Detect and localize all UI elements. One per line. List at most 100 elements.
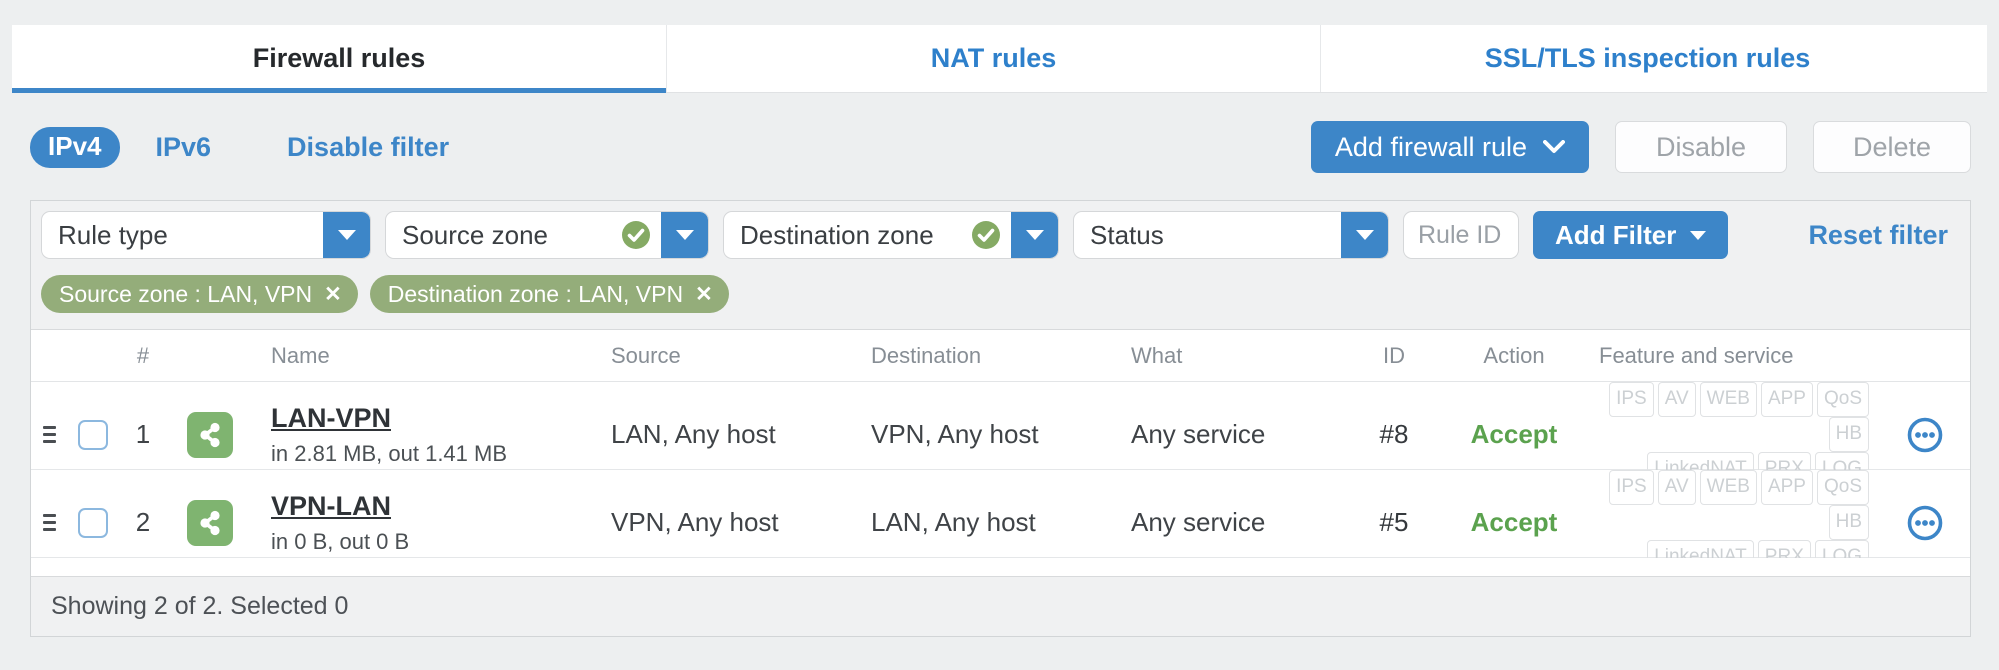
remove-filter-icon[interactable]: ✕ (695, 284, 713, 305)
drag-handle-icon (42, 426, 56, 443)
chip-label: Source zone : LAN, VPN (59, 280, 313, 307)
feature-badge: AV (1657, 470, 1696, 505)
rule-name-cell: LAN-VPN in 2.81 MB, out 1.41 MB (253, 403, 583, 467)
tab-bar: Firewall rules NAT rules SSL/TLS inspect… (12, 25, 1987, 93)
source-zone-dropdown[interactable]: Source zone (385, 211, 709, 259)
share-icon (187, 499, 233, 546)
more-actions-icon[interactable] (1905, 415, 1945, 455)
rule-id: #8 (1379, 419, 1409, 449)
destination-zone-dropdown-button[interactable] (1011, 212, 1058, 258)
add-filter-label: Add Filter (1555, 219, 1677, 250)
reset-filter-link[interactable]: Reset filter (1808, 220, 1956, 251)
filter-row: Rule type Source zone Destination zone S… (41, 211, 1956, 259)
feature-badge: AV (1657, 382, 1696, 417)
row-actions-cell (1879, 503, 1970, 543)
source-zone-dropdown-label: Source zone (402, 219, 548, 250)
feature-badge: QoS (1816, 470, 1869, 505)
column-header-what: What (1131, 342, 1183, 368)
column-header-source: Source (611, 342, 681, 368)
dropdown-arrow-icon (1690, 230, 1707, 240)
table-row: 2 VPN-LAN in 0 B, out 0 B VPN, Any host (31, 470, 1970, 575)
rule-traffic: in 0 B, out 0 B (271, 528, 410, 554)
rule-what: Any service (1131, 419, 1266, 449)
feature-badge: QoS (1816, 382, 1869, 417)
row-checkbox-cell (67, 507, 119, 538)
source-zone-dropdown-button[interactable] (661, 212, 708, 258)
table-row: 1 LAN-VPN in 2.81 MB, out 1.41 MB LAN, A… (31, 382, 1970, 487)
table-footer: Showing 2 of 2. Selected 0 (31, 576, 1970, 636)
feature-badge: IPS (1609, 470, 1654, 505)
rule-destination: VPN, Any host (871, 419, 1039, 449)
row-number: 2 (135, 507, 151, 537)
firewall-page: Firewall rules NAT rules SSL/TLS inspect… (0, 0, 1999, 670)
tab-nat-rules[interactable]: NAT rules (666, 25, 1320, 92)
destination-zone-dropdown[interactable]: Destination zone (723, 211, 1059, 259)
column-header-destination: Destination (871, 342, 982, 368)
disable-button[interactable]: Disable (1615, 121, 1787, 173)
feature-badge: HB (1828, 417, 1869, 452)
active-filter-chips: Source zone : LAN, VPN ✕ Destination zon… (41, 275, 1956, 313)
rule-name-link[interactable]: LAN-VPN (271, 403, 391, 434)
column-header-feature-service: Feature and service (1599, 342, 1794, 368)
add-filter-button[interactable]: Add Filter (1533, 211, 1729, 259)
rule-type-dropdown-button[interactable] (323, 212, 370, 258)
feature-badge: APP (1760, 382, 1813, 417)
drag-handle[interactable] (31, 514, 67, 531)
toolbar-actions: Add firewall rule Disable Delete (1310, 121, 1971, 173)
table-header: # Name Source Destination What ID Action… (31, 330, 1970, 382)
rule-type-dropdown-label: Rule type (58, 219, 168, 250)
rule-icon-cell (167, 411, 253, 458)
source-zone-filter-chip: Source zone : LAN, VPN ✕ (41, 275, 358, 313)
status-dropdown[interactable]: Status (1073, 211, 1389, 259)
rule-source: VPN, Any host (611, 507, 779, 537)
delete-button[interactable]: Delete (1813, 121, 1971, 173)
destination-zone-dropdown-label: Destination zone (740, 219, 934, 250)
feature-badge: APP (1760, 470, 1813, 505)
tab-ssl-tls-inspection-rules[interactable]: SSL/TLS inspection rules (1320, 25, 1974, 92)
rule-what: Any service (1131, 507, 1266, 537)
rule-traffic: in 2.81 MB, out 1.41 MB (271, 440, 508, 466)
filter-applied-check-icon (621, 220, 651, 250)
tab-firewall-rules[interactable]: Firewall rules (12, 25, 666, 93)
chevron-down-icon (1543, 140, 1565, 153)
rule-name-link[interactable]: VPN-LAN (271, 491, 391, 522)
remove-filter-icon[interactable]: ✕ (324, 284, 342, 305)
add-firewall-rule-button[interactable]: Add firewall rule (1310, 121, 1589, 173)
ipv4-toggle[interactable]: IPv4 (30, 126, 120, 168)
feature-badge: WEB (1699, 470, 1757, 505)
feature-badge: IPS (1609, 382, 1654, 417)
rule-id: #5 (1379, 507, 1409, 537)
row-checkbox[interactable] (78, 507, 108, 538)
destination-zone-filter-chip: Destination zone : LAN, VPN ✕ (369, 275, 729, 313)
ipv6-toggle[interactable]: IPv6 (156, 132, 212, 163)
filter-applied-check-icon (971, 220, 1001, 250)
column-header-number: # (136, 342, 150, 368)
dropdown-arrow-icon (337, 230, 356, 240)
row-number: 1 (135, 419, 151, 449)
status-dropdown-button[interactable] (1341, 212, 1388, 258)
feature-badge: WEB (1699, 382, 1757, 417)
table-spacer (31, 558, 1970, 576)
status-dropdown-label: Status (1090, 219, 1164, 250)
filter-bar: Rule type Source zone Destination zone S… (31, 201, 1970, 330)
more-actions-icon[interactable] (1905, 503, 1945, 543)
row-checkbox[interactable] (78, 419, 108, 450)
dropdown-arrow-icon (1025, 230, 1044, 240)
feature-badge: HB (1828, 505, 1869, 540)
add-firewall-rule-label: Add firewall rule (1334, 131, 1527, 162)
column-header-id: ID (1383, 342, 1405, 368)
rule-id-input[interactable] (1403, 211, 1519, 259)
column-header-name: Name (271, 342, 330, 368)
row-actions-cell (1879, 415, 1970, 455)
rule-action-status: Accept (1470, 507, 1558, 537)
disable-filter-link[interactable]: Disable filter (287, 132, 449, 163)
column-header-action: Action (1483, 342, 1545, 368)
drag-handle[interactable] (31, 426, 67, 443)
rule-icon-cell (167, 499, 253, 546)
rule-type-dropdown[interactable]: Rule type (41, 211, 371, 259)
toolbar: IPv4 IPv6 Disable filter Add firewall ru… (30, 120, 1971, 174)
dropdown-arrow-icon (1355, 230, 1374, 240)
chip-label: Destination zone : LAN, VPN (387, 280, 684, 307)
showing-status-text: Showing 2 of 2. Selected 0 (51, 592, 349, 620)
row-checkbox-cell (67, 419, 119, 450)
